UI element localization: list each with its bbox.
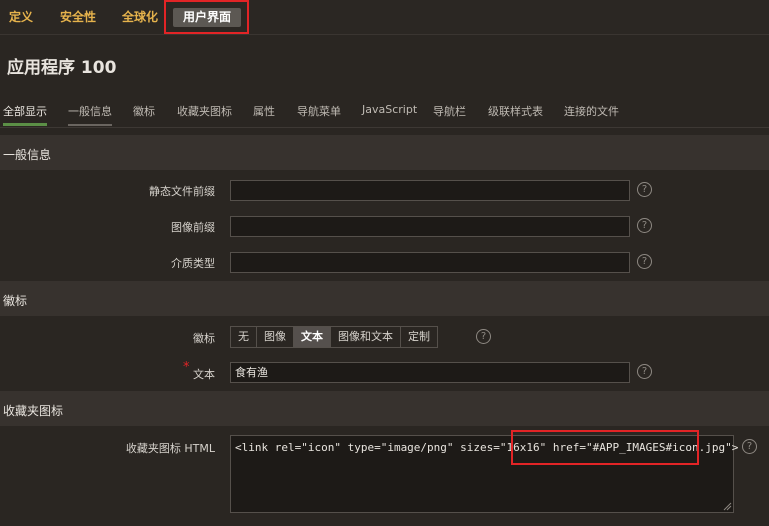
section-title-logo: 徽标 [3,294,28,308]
section-header-logo[interactable]: 徽标 [0,281,769,317]
logo-option-custom[interactable]: 定制 [401,327,437,347]
help-icon[interactable]: ? [637,218,652,233]
help-icon[interactable]: ? [476,329,491,344]
section-header-general[interactable]: 一般信息 [0,135,769,171]
logo-text-input[interactable]: 食有渔 [230,362,630,383]
active-tab-indicator [3,123,47,126]
media-type-input[interactable] [230,252,630,273]
favicon-html-label: 收藏夹图标 HTML [125,442,215,455]
image-prefix-label: 图像前缀 [171,221,215,234]
required-indicator: * [183,360,190,375]
hover-tab-indicator [68,124,112,126]
logo-label: 徽标 [193,332,215,345]
tab-javascript[interactable]: JavaScript [362,103,417,116]
tab-navigation-menu[interactable]: 导航菜单 [297,103,341,119]
help-icon[interactable]: ? [637,182,652,197]
image-prefix-input[interactable] [230,216,630,237]
tab-navbar[interactable]: 导航栏 [433,103,466,119]
section-header-favicon[interactable]: 收藏夹图标 [0,391,769,427]
logo-option-image[interactable]: 图像 [257,327,294,347]
logo-option-none[interactable]: 无 [231,327,257,347]
tab-favicon[interactable]: 收藏夹图标 [177,103,232,119]
media-type-label: 介质类型 [171,257,215,270]
sub-tab-bar: 全部显示 一般信息 徽标 收藏夹图标 属性 导航菜单 JavaScript 导航… [0,94,769,128]
page-title: 应用程序 100 [7,58,117,78]
help-icon[interactable]: ? [742,439,757,454]
tab-css[interactable]: 级联样式表 [488,103,543,119]
tab-definition[interactable]: 定义 [9,8,33,27]
tab-logo[interactable]: 徽标 [133,103,155,119]
static-file-prefix-input[interactable] [230,180,630,201]
section-title-favicon: 收藏夹图标 [3,404,64,418]
top-navigation: 定义 安全性 全球化 用户界面 [0,0,769,35]
favicon-html-textarea[interactable]: <link rel="icon" type="image/png" sizes=… [230,435,738,513]
tab-user-interface[interactable]: 用户界面 [173,8,242,27]
tab-globalization[interactable]: 全球化 [122,8,158,27]
tab-linked-files[interactable]: 连接的文件 [564,103,619,119]
logo-option-text[interactable]: 文本 [294,327,331,347]
tab-properties[interactable]: 属性 [253,103,275,119]
help-icon[interactable]: ? [637,254,652,269]
help-icon[interactable]: ? [637,364,652,379]
tab-show-all[interactable]: 全部显示 [3,103,47,119]
section-title-general: 一般信息 [3,148,52,162]
resize-handle-icon[interactable] [723,502,732,511]
static-file-prefix-label: 静态文件前缀 [149,185,215,198]
logo-text-label: 文本 [193,368,215,381]
tab-security[interactable]: 安全性 [60,8,96,27]
logo-type-radio-group: 无 图像 文本 图像和文本 定制 [230,326,438,348]
logo-option-image-and-text[interactable]: 图像和文本 [331,327,401,347]
tab-general[interactable]: 一般信息 [68,103,112,119]
